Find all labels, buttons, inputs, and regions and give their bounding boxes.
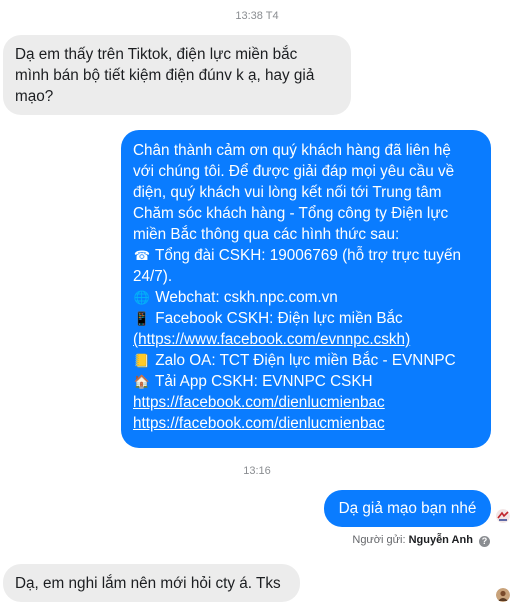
incoming-message[interactable]: Dạ em thấy trên Tiktok, điện lực miền bắ… xyxy=(3,35,351,115)
message-line: điện, quý khách vui lòng kết nối tới Tru… xyxy=(133,184,442,201)
hotline-line: ☎ Tổng đài CSKH: 19006769 (hỗ trợ trực t… xyxy=(133,247,461,264)
globe-icon: 🌐 xyxy=(133,290,151,305)
facebook-cskh-link[interactable]: (https://www.facebook.com/evnnpc.cskh) xyxy=(133,329,479,350)
seen-avatar xyxy=(496,588,510,602)
timestamp: 13:38 T4 xyxy=(235,10,279,22)
help-icon[interactable]: ? xyxy=(479,536,490,547)
message-line: Dạ em thấy trên Tiktok, điện lực miền bắ… xyxy=(15,46,298,63)
sender-label: Người gửi: xyxy=(352,534,406,546)
message-line: mình bán bộ tiết kiệm điện đúnv k ạ, hay… xyxy=(15,67,315,84)
sender-name: Nguyễn Anh xyxy=(408,534,473,546)
facebook-link[interactable]: https://facebook.com/dienlucmienbac xyxy=(133,413,479,434)
message-line: mạo? xyxy=(15,88,54,105)
house-icon: 🏠 xyxy=(133,374,151,389)
outgoing-message[interactable]: Chân thành cảm ơn quý khách hàng đã liên… xyxy=(121,130,491,448)
note-icon: 📒 xyxy=(133,353,151,368)
facebook-link[interactable]: https://facebook.com/dienlucmienbac xyxy=(133,392,479,413)
message-line: Chân thành cảm ơn quý khách hàng đã liên… xyxy=(133,142,451,159)
timestamp: 13:16 xyxy=(243,465,271,477)
telephone-icon: ☎ xyxy=(133,248,151,263)
hotline-line-2: 24/7). xyxy=(133,268,173,285)
message-text: Dạ giả mạo bạn nhé xyxy=(338,500,477,517)
mobile-phone-icon: 📱 xyxy=(133,311,151,326)
outgoing-message[interactable]: Dạ giả mạo bạn nhé xyxy=(324,490,491,527)
message-text: Dạ, em nghi lắm nên mới hỏi cty á. Tks xyxy=(15,575,281,592)
message-line: với chúng tôi. Để được giải đáp mọi yêu … xyxy=(133,163,455,180)
sender-info: Người gửi: Nguyễn Anh ? xyxy=(352,534,490,547)
app-line: 🏠 Tải App CSKH: EVNNPC CSKH xyxy=(133,373,373,390)
webchat-line: 🌐 Webchat: cskh.npc.com.vn xyxy=(133,289,338,306)
facebook-line: 📱 Facebook CSKH: Điện lực miền Bắc xyxy=(133,310,403,327)
seen-avatar xyxy=(496,509,510,523)
zalo-line: 📒 Zalo OA: TCT Điện lực miền Bắc - EVNNP… xyxy=(133,352,456,369)
incoming-message[interactable]: Dạ, em nghi lắm nên mới hỏi cty á. Tks xyxy=(3,564,300,602)
message-line: Chăm sóc khách hàng - Tổng công ty Điện … xyxy=(133,205,449,222)
message-line: miền Bắc thông qua các hình thức sau: xyxy=(133,226,400,243)
